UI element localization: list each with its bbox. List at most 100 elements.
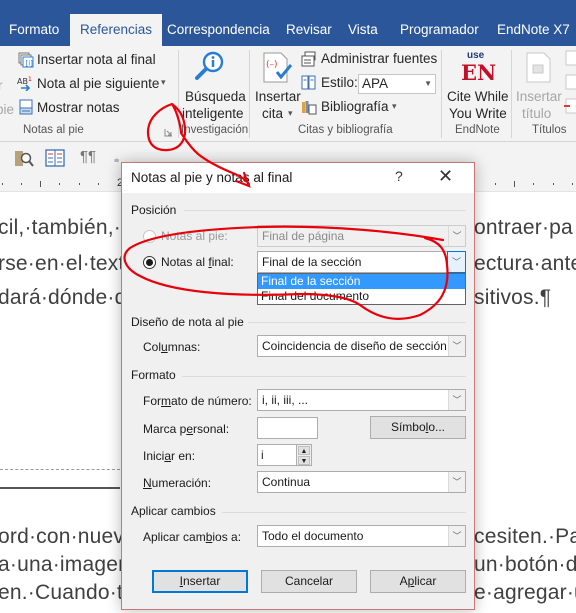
insert-footnote-partial-label-2[interactable]: pie [0,102,14,117]
ruler-tick [59,183,60,185]
ruler-tick [40,181,41,187]
tab-formato[interactable]: Formato [9,19,59,46]
tab-correspondencia[interactable]: Correspondencia [167,19,270,46]
chevron-down-icon[interactable]: ▾ [161,77,166,88]
spin-down-icon[interactable]: ▼ [298,456,310,465]
ruler-tick [572,183,573,185]
smart-lookup-icon [195,51,224,80]
chevron-down-icon[interactable]: ﹀ [448,526,465,546]
book-icon[interactable] [45,149,65,167]
chevron-down-icon[interactable]: ﹀ [448,226,465,246]
insert-table-of-figures-icon[interactable] [565,50,576,66]
cancelar-button[interactable]: Cancelar [261,570,357,593]
label-part: Inici [143,449,165,463]
notas-al-final-select[interactable]: Final de la sección ﹀ [257,251,466,273]
read-mode-search-icon[interactable] [14,150,34,168]
svg-text:[i]: [i] [26,60,34,68]
show-notes-icon [19,99,33,115]
notas-al-pie-value: Final de página [262,229,345,243]
ruler-tick [98,183,99,185]
paragraph-marks-icon[interactable]: ¶¶ [80,148,96,165]
style-icon [301,75,316,90]
doc-text-line: ontraer·pa [474,216,573,239]
doc-text-line: sitivos.¶ [474,286,552,309]
footnote-separator-line [0,487,120,489]
columnas-select[interactable]: Coincidencia de diseño de sección ﹀ [257,335,466,357]
label-part: umeración: [151,476,212,490]
help-button[interactable]: ? [395,168,403,184]
insertar-titulo-label-2: título [522,106,552,121]
group-label-citas: Citas y bibliografía [298,124,393,136]
ruler-tick [533,183,534,185]
footnote-endnote-dialog: Notas al pie y notas al final ? ✕ Posici… [121,162,475,610]
numeracion-label: Numeración: [143,476,211,490]
columnas-label: Columnas: [143,340,200,354]
label-part: r en: [171,449,196,463]
marca-personal-input[interactable] [257,417,318,439]
tab-vista[interactable]: Vista [348,19,378,46]
group-separator [511,50,512,138]
update-table-icon[interactable] [565,74,576,90]
group-label-endnote: EndNote [455,124,500,136]
chevron-down-icon[interactable]: ﹀ [448,390,465,410]
label-part: rsonal: [193,422,230,436]
next-footnote-icon: AB 1 [17,76,32,91]
dropdown-option-final-documento[interactable]: Final del documento [258,289,465,304]
label-part: For [143,394,161,408]
insertar-button[interactable]: Insertar [152,570,248,593]
tab-programador[interactable]: Programador [400,19,479,46]
label-accesskey: m [161,394,171,408]
close-icon[interactable]: ✕ [438,166,453,187]
numeracion-select[interactable]: Continua ﹀ [257,471,466,493]
chevron-down-icon[interactable]: ﹀ [448,336,465,356]
chevron-down-icon[interactable]: ▼ [424,75,432,93]
simbolo-button[interactable]: Símbolo... [370,416,466,439]
doc-text-line: rse·en·el·text [0,252,125,275]
svg-text:1: 1 [28,76,32,83]
cross-reference-icon[interactable] [563,98,576,114]
section-divider [182,376,466,377]
chevron-down-icon: ▾ [288,108,293,118]
label-part: nsertar [182,574,221,588]
ruler-tick [79,183,80,185]
group-label-titulos: Títulos [532,124,567,136]
section-formato: Formato [131,368,176,382]
label-part: Notas al [161,255,209,269]
dialog-launcher-icon[interactable] [164,128,174,138]
label-part: Aplicar cam [143,530,206,544]
section-divider [222,512,466,513]
iniciar-en-input[interactable]: i [257,444,297,466]
insertar-cita-label-1: Insertar [255,89,301,104]
dialog-title-bar[interactable]: Notas al pie y notas al final ? ✕ [122,163,474,193]
radio-notas-al-final[interactable] [143,256,156,269]
estilo-combobox[interactable]: APA ▼ [358,74,436,94]
bibliography-icon [302,101,317,115]
insert-footnote-partial-label[interactable]: r [0,78,3,93]
notas-al-pie-select[interactable]: Final de página ﹀ [257,225,466,247]
dropdown-option-final-seccion[interactable]: Final de la sección [258,274,465,289]
tab-referencias[interactable]: Referencias [70,14,163,46]
group-separator [178,50,179,138]
section-diseno: Diseño de nota al pie [131,315,244,329]
radio-notas-al-pie[interactable] [143,230,156,243]
formato-numero-value: i, ii, iii, ... [262,393,309,407]
aplicar-cambios-select[interactable]: Todo el documento ﹀ [257,525,466,547]
section-divider [184,210,466,211]
busqueda-label-1: Búsqueda [185,89,246,104]
spin-up-icon[interactable]: ▲ [298,446,310,455]
aplicar-button[interactable]: Aplicar [370,570,466,593]
formato-numero-select[interactable]: i, ii, iii, ... ﹀ [257,389,466,411]
ruler-tick [553,183,554,185]
group-separator [441,50,442,138]
iniciar-en-label: Iniciar en: [143,449,195,463]
tab-endnote[interactable]: EndNote X7 [497,19,570,46]
tab-revisar[interactable]: Revisar [286,19,332,46]
chevron-down-icon: ▾ [392,101,397,111]
chevron-down-icon[interactable]: ﹀ [448,472,465,492]
estilo-value: APA [362,76,389,91]
aplicar-cambios-label: Aplicar cambios a: [143,530,241,544]
chevron-down-icon[interactable]: ﹀ [447,251,466,273]
customize-toolbar-icon[interactable]: ⩧ [114,155,119,166]
iniciar-en-spinner[interactable]: ▲ ▼ [296,444,312,466]
aplicar-cambios-value: Todo el documento [262,529,364,543]
